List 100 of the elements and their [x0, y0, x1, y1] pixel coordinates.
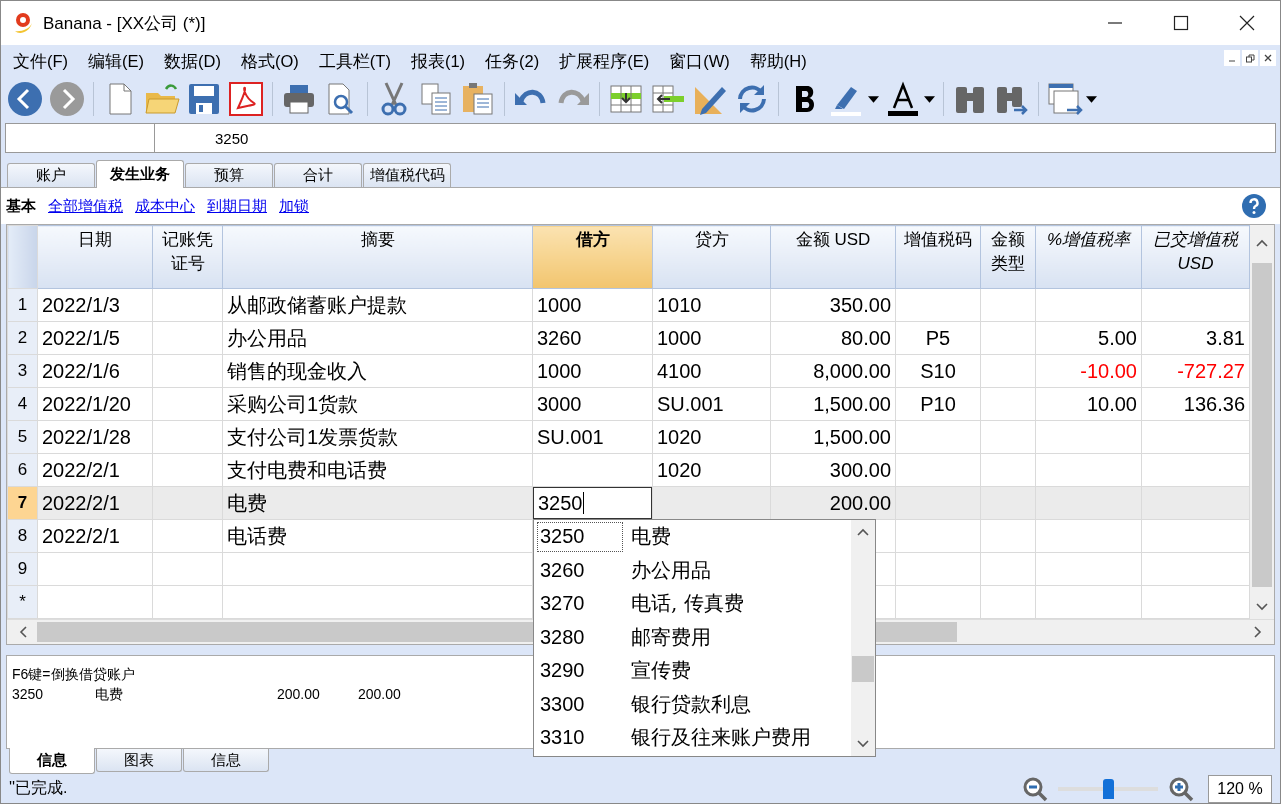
table-cell: 1010 — [657, 293, 702, 316]
dropdown-scrollbar[interactable] — [851, 520, 875, 756]
tab[interactable]: 发生业务 — [96, 160, 184, 188]
row-number[interactable]: 3 — [7, 354, 38, 388]
column-header[interactable]: 已交增值税 USD — [1141, 225, 1250, 289]
table-cell: 2022/1/3 — [42, 293, 120, 316]
account-name: 电话, 传真费 — [631, 590, 744, 618]
menu-item[interactable]: 帮助(H) — [739, 51, 817, 73]
table-cell: SU.001 — [657, 392, 724, 415]
window-arrow-icon[interactable] — [1047, 81, 1083, 117]
menu-item[interactable]: 工具栏(T) — [308, 51, 401, 73]
row-number[interactable]: * — [7, 585, 38, 619]
pdf-icon[interactable] — [228, 81, 264, 117]
view-link[interactable]: 到期日期 — [207, 196, 267, 216]
scrollbar-thumb[interactable] — [1252, 263, 1272, 587]
tab[interactable]: 账户 — [7, 163, 95, 187]
close-icon[interactable] — [1264, 54, 1272, 62]
tab[interactable]: 信息 — [183, 749, 269, 772]
vertical-scrollbar[interactable] — [1250, 225, 1274, 619]
row-number[interactable]: 8 — [7, 519, 38, 553]
column-header[interactable]: 日期 — [37, 225, 153, 289]
row-number[interactable]: 7 — [7, 486, 38, 520]
scroll-up-icon[interactable] — [857, 528, 869, 536]
dropdown-item[interactable]: 3270 电话, 传真费 — [534, 587, 851, 621]
column-header[interactable]: 金额 USD — [770, 225, 896, 289]
menu-item[interactable]: 编辑(E) — [78, 51, 155, 73]
view-link[interactable]: 加锁 — [279, 196, 309, 216]
menu-item[interactable]: 任务(2) — [475, 51, 550, 73]
caret-icon[interactable] — [1086, 95, 1097, 103]
view-link[interactable]: 成本中心 — [135, 196, 195, 216]
maximize-icon[interactable] — [1173, 15, 1189, 31]
slider-thumb[interactable] — [1103, 778, 1114, 799]
menu-item[interactable]: 数据(D) — [154, 51, 231, 73]
cell-editor-field[interactable]: 3250 — [533, 487, 652, 519]
account-name: 银行及往来账户费用 — [631, 724, 811, 752]
paste-icon[interactable] — [460, 81, 496, 117]
table-cell: 支付公司1发票货款 — [227, 425, 399, 448]
table-cell: 办公用品 — [227, 326, 307, 349]
scroll-down-icon[interactable] — [1256, 603, 1268, 611]
help-icon[interactable] — [1242, 194, 1266, 218]
tab[interactable]: 图表 — [96, 749, 182, 772]
tab[interactable]: 合计 — [274, 163, 362, 187]
dropdown-item[interactable]: 3310 银行及往来账户费用 — [534, 721, 851, 755]
row-number[interactable]: 1 — [7, 288, 38, 322]
column-header[interactable]: 借方 — [532, 225, 653, 289]
scrollbar-thumb[interactable] — [852, 656, 874, 682]
table-cell: 2022/2/1 — [42, 491, 120, 514]
close-button[interactable] — [1260, 50, 1276, 66]
dropdown-item[interactable]: 3290 宣传费 — [534, 654, 851, 688]
menu-item[interactable]: 窗口(W) — [659, 51, 740, 73]
scroll-up-icon[interactable] — [1256, 239, 1268, 247]
row-number[interactable]: 5 — [7, 420, 38, 454]
zoom-in-icon[interactable] — [1168, 775, 1194, 802]
font-color-icon[interactable] — [885, 81, 921, 117]
tab[interactable]: 增值税代码 — [363, 163, 451, 187]
view-link[interactable]: 全部增值税 — [48, 196, 123, 216]
zoom-value-field[interactable]: 120 % — [1208, 774, 1272, 803]
account-name: 邮寄费用 — [631, 623, 711, 651]
caret-icon[interactable] — [924, 95, 935, 103]
scroll-right-icon[interactable] — [1254, 626, 1262, 638]
scroll-down-icon[interactable] — [857, 740, 869, 748]
column-header[interactable]: 贷方 — [652, 225, 771, 289]
row-number[interactable]: 6 — [7, 453, 38, 487]
text-caret — [582, 492, 584, 514]
caret-icon[interactable] — [868, 95, 879, 103]
column-header[interactable]: 摘要 — [222, 225, 533, 289]
column-header[interactable]: 金额类型 — [980, 225, 1036, 289]
forward-icon[interactable] — [49, 81, 85, 117]
table-cell: 1000 — [657, 326, 702, 349]
table-cell: 10.00 — [1086, 392, 1137, 415]
row-number[interactable]: 4 — [7, 387, 38, 421]
table-cell: 采购公司1货款 — [227, 392, 359, 415]
column-header[interactable]: 增值税码 — [895, 225, 981, 289]
scroll-left-icon[interactable] — [19, 626, 27, 638]
table-cell: SU.001 — [537, 425, 604, 448]
row-number[interactable]: 2 — [7, 321, 38, 355]
table-cell: -10.00 — [1080, 359, 1137, 382]
menu-item[interactable]: 格式(O) — [231, 51, 309, 73]
table-cell: 5.00 — [1098, 326, 1137, 349]
save-icon[interactable] — [186, 81, 222, 117]
back-icon[interactable] — [7, 81, 43, 117]
tab[interactable]: 预算 — [185, 163, 273, 187]
menu-item[interactable]: 扩展程序(E) — [549, 51, 660, 73]
zoom-out-icon[interactable] — [1022, 775, 1048, 802]
tab[interactable]: 信息 — [9, 748, 95, 774]
row-number[interactable]: 9 — [7, 552, 38, 586]
info-entry-value: 200.00 — [277, 685, 321, 704]
dropdown-item[interactable]: 3260 办公用品 — [534, 553, 851, 587]
close-icon[interactable] — [1239, 15, 1255, 31]
menu-item[interactable]: 报表(1) — [400, 51, 476, 73]
column-header[interactable]: 记账凭证号 — [152, 225, 223, 289]
account-code: 3280 — [539, 624, 586, 650]
info-entry-value: 3250 — [12, 685, 45, 704]
view-label[interactable]: 基本 — [6, 196, 36, 216]
menu-item[interactable]: 文件(F) — [3, 51, 79, 73]
table-cell: 1020 — [657, 425, 702, 448]
column-header[interactable]: %增值税率 — [1035, 225, 1142, 289]
dropdown-item[interactable]: 3300 银行贷款利息 — [534, 687, 851, 721]
dropdown-item[interactable]: 3280 邮寄费用 — [534, 620, 851, 654]
dropdown-item[interactable]: 3250 电费 — [534, 520, 851, 554]
